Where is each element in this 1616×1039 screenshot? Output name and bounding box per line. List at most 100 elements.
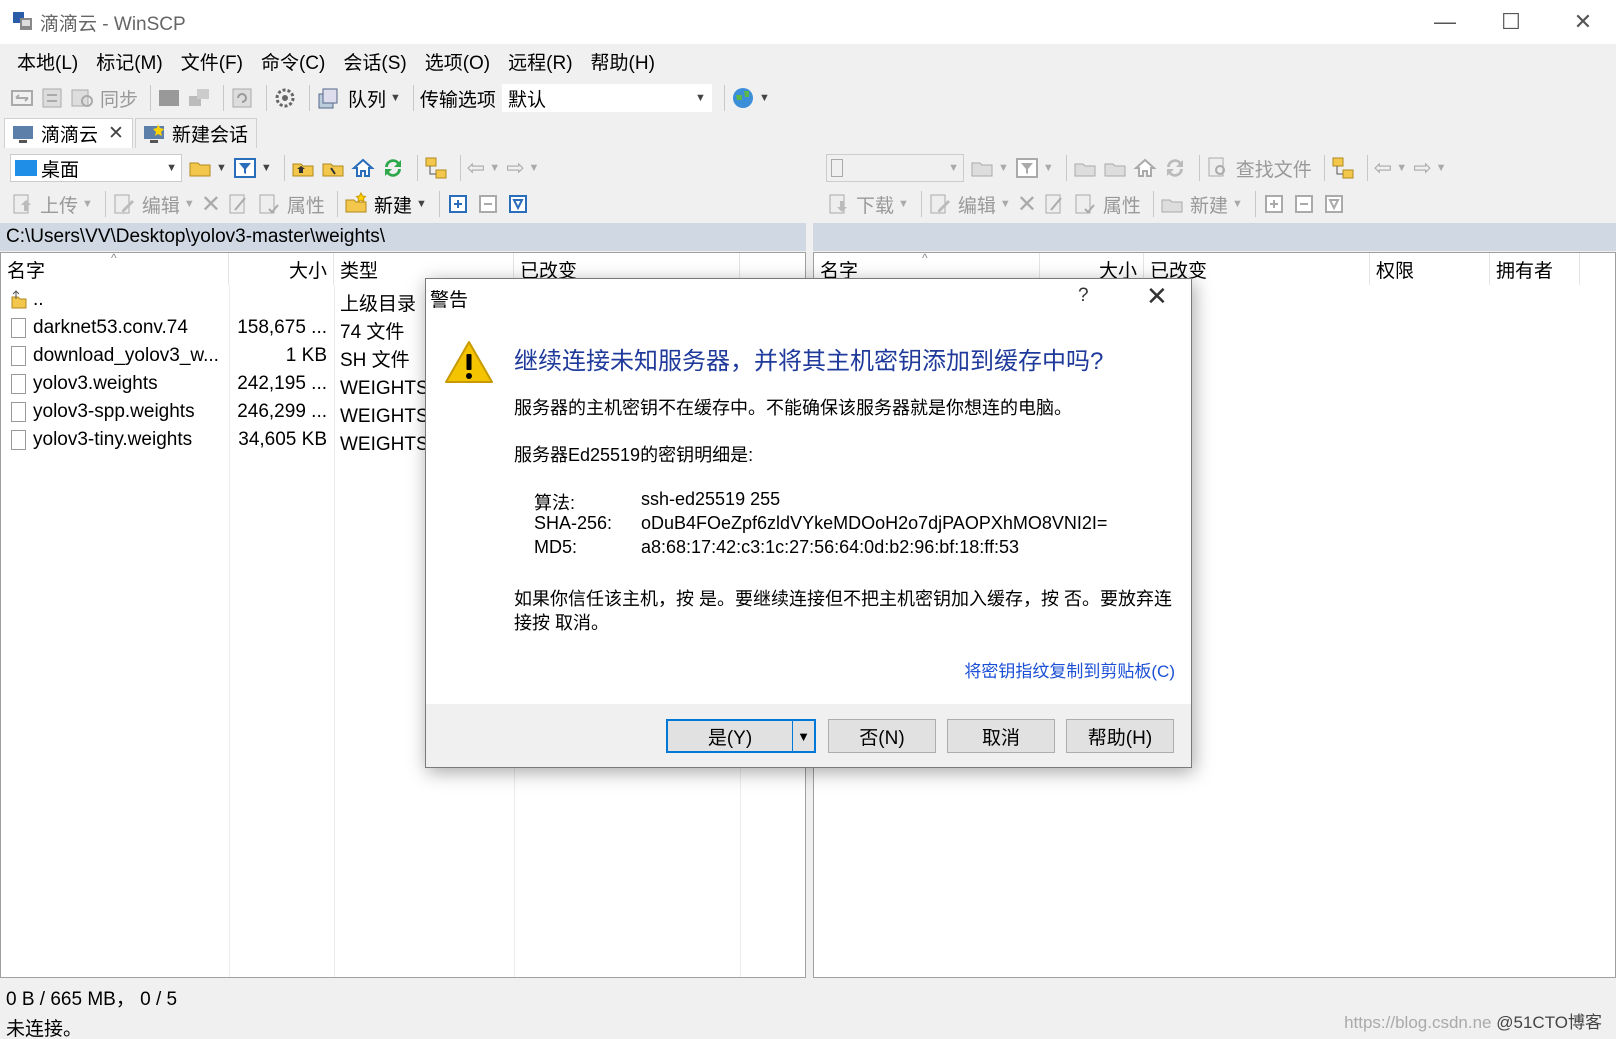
remote-select-files-button[interactable] xyxy=(1262,189,1286,219)
remote-new-button[interactable]: 新建 ▼ xyxy=(1160,189,1243,219)
remote-root-directory-button[interactable] xyxy=(1103,153,1127,183)
cancel-button[interactable]: 取消 xyxy=(947,719,1055,753)
upload-button[interactable]: 上传 ▼ xyxy=(10,189,93,219)
compare-directories-button[interactable] xyxy=(10,83,34,113)
arrow-right-icon: ⇨ xyxy=(506,155,525,180)
file-type: 上级目录 xyxy=(340,294,417,315)
download-button[interactable]: 下载 ▼ xyxy=(826,189,909,219)
select-all-button[interactable] xyxy=(506,189,530,219)
dialog-help-icon[interactable]: ? xyxy=(1078,285,1089,307)
remote-drive-select[interactable]: ▼ xyxy=(826,154,964,182)
close-icon[interactable]: ✕ xyxy=(108,122,124,145)
remote-path-bar[interactable] xyxy=(813,223,1616,251)
back-button[interactable]: ⇦ ▼ xyxy=(467,153,500,183)
maximize-button[interactable]: ☐ xyxy=(1478,0,1544,44)
root-directory-button[interactable] xyxy=(321,153,345,183)
col-header-name[interactable]: 名字 ^ xyxy=(1,253,229,285)
tab-didiyun[interactable]: 滴滴云 ✕ xyxy=(4,118,133,148)
new-button[interactable]: 新建 ▼ xyxy=(344,189,427,219)
col-header-size[interactable]: 大小 xyxy=(229,253,334,285)
host-key-warning-dialog: 警告 ? ✕ 继续连接未知服务器，并将其主机密钥添加到缓存中吗? 服务器的主机密… xyxy=(425,278,1192,768)
refresh-session-button[interactable] xyxy=(230,83,254,113)
local-action-toolbar: 上传 ▼ 编辑 ▼ ✕ 属性 新建 ▼ xyxy=(0,186,806,222)
synchronize-button[interactable]: 同步 xyxy=(70,83,138,113)
file-size: 158,675 ... xyxy=(237,317,327,338)
properties-button[interactable]: 属性 xyxy=(257,189,325,219)
tab-label: 滴滴云 xyxy=(41,125,99,146)
menu-commands[interactable]: 命令(C) xyxy=(252,48,334,75)
remote-home-directory-button[interactable] xyxy=(1133,153,1157,183)
find-files-button[interactable]: 查找文件 xyxy=(1206,153,1312,183)
toolbar-separator xyxy=(1254,191,1256,217)
refresh-button[interactable] xyxy=(381,153,405,183)
unselect-files-button[interactable] xyxy=(476,189,500,219)
local-drive-select[interactable]: 桌面 ▼ xyxy=(10,154,182,182)
selection-status: 0 B / 665 MB， 0 / 5 xyxy=(6,989,178,1010)
globe-icon xyxy=(731,86,755,110)
remote-filter-button[interactable]: ▼ xyxy=(1015,153,1054,183)
synchronize-browsing-button[interactable] xyxy=(40,83,64,113)
menu-files[interactable]: 文件(F) xyxy=(172,48,252,75)
minimize-button[interactable]: — xyxy=(1412,0,1478,44)
local-path-bar[interactable]: C:\Users\VV\Desktop\yolov3-master\weight… xyxy=(0,223,806,251)
menu-remote[interactable]: 远程(R) xyxy=(499,48,581,75)
home-directory-button[interactable] xyxy=(351,153,375,183)
forward-button[interactable]: ⇨ ▼ xyxy=(506,153,539,183)
menu-session[interactable]: 会话(S) xyxy=(334,48,415,75)
file-icon xyxy=(11,346,26,366)
select-files-button[interactable] xyxy=(446,189,470,219)
folder-up-icon xyxy=(291,156,315,180)
no-label: 否(N) xyxy=(859,727,905,749)
tree-button[interactable] xyxy=(424,153,448,183)
remote-edit-button[interactable]: 编辑 ▼ xyxy=(928,189,1011,219)
chevron-down-icon: ▼ xyxy=(948,162,959,174)
dialog-close-button[interactable]: ✕ xyxy=(1146,281,1168,312)
algo-label: 算法: xyxy=(534,493,576,513)
yes-button[interactable]: 是(Y) ▼ xyxy=(666,719,816,753)
menu-help[interactable]: 帮助(H) xyxy=(582,48,664,75)
parent-directory-button[interactable] xyxy=(291,153,315,183)
remote-open-directory-button[interactable]: ▼ xyxy=(970,153,1009,183)
menu-options[interactable]: 选项(O) xyxy=(416,48,499,75)
remote-nav-toolbar: ▼ ▼ ▼ 查找文件 ⇦ ▼ ⇨ ▼ xyxy=(812,150,1616,186)
tab-label: 新建会话 xyxy=(171,125,248,146)
remote-tree-button[interactable] xyxy=(1331,153,1355,183)
remote-col-header-owner[interactable]: 拥有者 xyxy=(1490,253,1580,285)
remote-select-all-button[interactable] xyxy=(1322,189,1346,219)
sha256-value: oDuB4FOeZpf6zldVYkeMDOoH2o7djPAOPXhMO8VN… xyxy=(641,513,1108,533)
remote-properties-label: 属性 xyxy=(1102,195,1141,217)
remote-unselect-files-button[interactable] xyxy=(1292,189,1316,219)
rename-button[interactable] xyxy=(227,189,251,219)
remote-parent-directory-button[interactable] xyxy=(1073,153,1097,183)
copy-fingerprint-link[interactable]: 将密钥指纹复制到剪贴板(C) xyxy=(964,657,1175,682)
delete-button[interactable]: ✕ xyxy=(201,189,221,219)
menu-local[interactable]: 本地(L) xyxy=(8,48,87,75)
remote-col-header-rights[interactable]: 权限 xyxy=(1370,253,1490,285)
preferences-button[interactable] xyxy=(273,83,297,113)
filter-button[interactable]: ▼ xyxy=(233,153,272,183)
remote-refresh-button[interactable] xyxy=(1163,153,1187,183)
queue-button[interactable]: 队列 ▼ xyxy=(316,83,401,113)
close-window-button[interactable]: ✕ xyxy=(1550,0,1616,44)
chevron-down-icon: ▼ xyxy=(390,92,401,104)
remote-properties-button[interactable]: 属性 xyxy=(1073,189,1141,219)
open-terminal-button[interactable] xyxy=(157,83,181,113)
folder-root-icon xyxy=(321,156,345,180)
remote-delete-button[interactable]: ✕ xyxy=(1017,189,1037,219)
chevron-down-icon[interactable]: ▼ xyxy=(792,721,814,751)
menu-mark[interactable]: 标记(M) xyxy=(87,48,171,75)
remote-back-button[interactable]: ⇦ ▼ xyxy=(1374,153,1407,183)
file-icon xyxy=(11,402,26,422)
delete-x-icon: ✕ xyxy=(200,190,221,218)
transfer-preset-select[interactable]: 默认 ▼ xyxy=(501,84,712,112)
open-directory-button[interactable]: ▼ xyxy=(188,153,227,183)
remote-rename-button[interactable] xyxy=(1043,189,1067,219)
putty-button[interactable] xyxy=(187,83,211,113)
tab-new-session[interactable]: 新建会话 xyxy=(134,118,257,148)
remote-forward-button[interactable]: ⇨ ▼ xyxy=(1413,153,1446,183)
edit-button[interactable]: 编辑 ▼ xyxy=(112,189,195,219)
desktop-icon xyxy=(15,160,37,176)
no-button[interactable]: 否(N) xyxy=(828,719,936,753)
sessions-globe-button[interactable]: ▼ xyxy=(731,83,770,113)
help-button[interactable]: 帮助(H) xyxy=(1066,719,1174,753)
